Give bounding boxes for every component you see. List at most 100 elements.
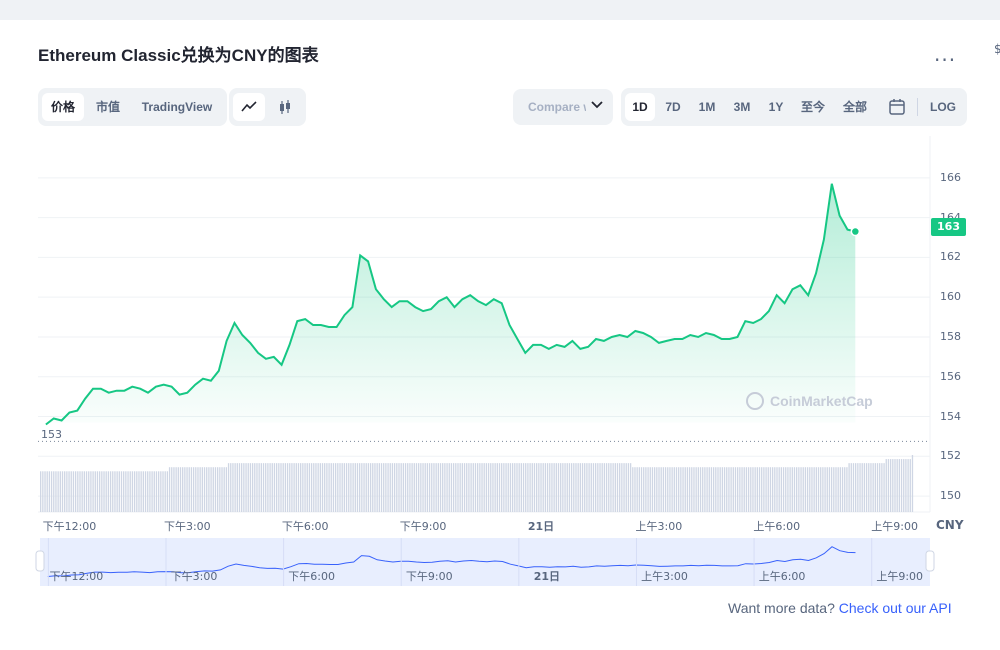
volume-bar — [369, 463, 372, 512]
volume-bar — [120, 471, 123, 512]
volume-bar — [796, 467, 798, 512]
volume-bar — [704, 467, 706, 512]
navigator-handle-right[interactable] — [925, 550, 935, 572]
volume-bar — [157, 471, 160, 512]
volume-bar — [487, 463, 490, 512]
volume-bar — [422, 463, 424, 512]
volume-bar — [260, 463, 262, 512]
volume-bar — [442, 463, 444, 512]
volume-bar — [861, 463, 863, 512]
volume-bar — [496, 463, 498, 512]
volume-bar — [754, 467, 756, 512]
volume-bar — [527, 463, 529, 512]
volume-bar — [614, 463, 616, 512]
navigator-tick-label: 下午3:00 — [170, 570, 218, 583]
volume-bar — [74, 471, 77, 512]
y-tick-label: 152 — [940, 449, 961, 463]
volume-bar — [238, 463, 241, 512]
price-area — [45, 183, 856, 425]
volume-bar — [848, 463, 850, 512]
volume-bar — [828, 467, 831, 512]
volume-bar — [142, 471, 145, 512]
volume-bar — [304, 463, 306, 512]
volume-bar — [791, 467, 793, 512]
volume-bar — [673, 467, 675, 512]
volume-bar — [341, 463, 343, 512]
volume-bar — [92, 471, 94, 512]
volume-bar — [391, 463, 394, 512]
volume-bar — [531, 463, 533, 512]
volume-bar — [551, 463, 553, 512]
volume-bar — [623, 463, 625, 512]
volume-bar — [186, 467, 188, 512]
volume-bar — [98, 471, 101, 512]
volume-bar — [686, 467, 689, 512]
volume-bar — [321, 463, 324, 512]
volume-bar — [841, 467, 844, 512]
volume-bar — [359, 463, 361, 512]
volume-bar — [562, 463, 564, 512]
volume-bar — [747, 467, 750, 512]
volume-bar — [271, 463, 273, 512]
x-tick-label: 上午9:00 — [871, 520, 918, 533]
volume-bar — [164, 471, 166, 512]
volume-bar — [809, 467, 811, 512]
volume-bar — [398, 463, 400, 512]
y-tick-label: 160 — [940, 290, 961, 304]
volume-bar — [619, 463, 621, 512]
volume-bar — [610, 463, 612, 512]
volume-bar — [743, 467, 745, 512]
volume-bar — [241, 463, 243, 512]
volume-bar — [317, 463, 319, 512]
volume-bar — [717, 467, 719, 512]
volume-bar — [715, 467, 717, 512]
volume-bar — [592, 463, 595, 512]
volume-bar — [70, 471, 72, 512]
volume-bar — [291, 463, 293, 512]
volume-bar — [116, 471, 118, 512]
volume-bar — [865, 463, 868, 512]
volume-bar — [575, 463, 577, 512]
volume-bar — [909, 459, 911, 512]
x-tick-label: 下午6:00 — [281, 520, 329, 533]
volume-bar — [230, 463, 232, 512]
volume-bar — [282, 463, 284, 512]
x-tick-label: 下午12:00 — [42, 520, 97, 533]
volume-bar — [708, 467, 710, 512]
api-link[interactable]: Check out our API — [839, 600, 952, 616]
volume-bar — [297, 463, 300, 512]
price-chart[interactable] — [0, 0, 1000, 650]
volume-bar — [774, 467, 776, 512]
volume-bar — [540, 463, 542, 512]
volume-bar — [898, 459, 901, 512]
volume-bar — [719, 467, 721, 512]
volume-bar — [94, 471, 96, 512]
volume-bar — [339, 463, 341, 512]
volume-bar — [846, 467, 848, 512]
navigator-tick-label: 上午3:00 — [641, 570, 688, 583]
volume-bar — [785, 467, 787, 512]
volume-bar — [616, 463, 619, 512]
volume-bar — [584, 463, 586, 512]
volume-bar — [505, 463, 507, 512]
volume-bar — [334, 463, 337, 512]
volume-bar — [802, 467, 804, 512]
volume-bar — [114, 471, 116, 512]
volume-bar — [695, 467, 697, 512]
volume-bar — [168, 467, 171, 512]
volume-bar — [356, 463, 359, 512]
volume-bar — [879, 463, 881, 512]
volume-bar — [678, 467, 680, 512]
volume-bar — [835, 467, 837, 512]
volume-bar — [404, 463, 407, 512]
volume-bar — [195, 467, 197, 512]
volume-bar — [726, 467, 728, 512]
volume-bar — [136, 471, 138, 512]
volume-bar — [761, 467, 763, 512]
navigator-handle-left[interactable] — [35, 550, 45, 572]
volume-bar — [815, 467, 817, 512]
volume-bar — [658, 467, 660, 512]
volume-bar — [330, 463, 332, 512]
volume-bar — [516, 463, 518, 512]
volume-bar — [407, 463, 409, 512]
